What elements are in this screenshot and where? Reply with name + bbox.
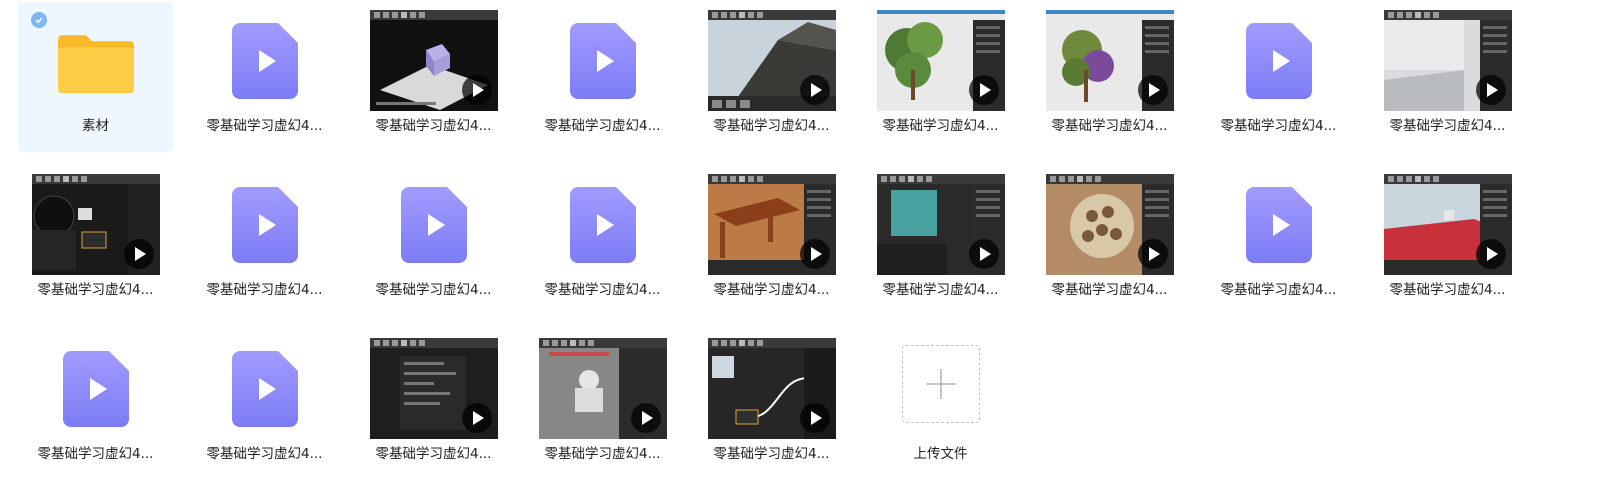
play-file-icon — [63, 350, 129, 427]
item-name: 零基础学习虚幻4... — [882, 118, 999, 134]
play-icon[interactable] — [1138, 239, 1168, 269]
file-thumbnail — [1215, 10, 1343, 111]
item-name: 零基础学习虚幻4... — [206, 446, 323, 462]
video-thumbnail — [708, 338, 836, 439]
file-thumbnail — [1215, 174, 1343, 275]
video-item[interactable]: 零基础学习虚幻4... — [863, 166, 1018, 316]
item-name: 零基础学习虚幻4... — [713, 446, 830, 462]
play-icon[interactable] — [1476, 239, 1506, 269]
file-thumbnail — [201, 174, 329, 275]
video-file-item[interactable]: 零基础学习虚幻4... — [1201, 166, 1356, 316]
item-name: 零基础学习虚幻4... — [37, 446, 154, 462]
video-file-item[interactable]: 零基础学习虚幻4... — [187, 2, 342, 152]
play-icon[interactable] — [631, 403, 661, 433]
play-icon[interactable] — [1476, 75, 1506, 105]
play-icon[interactable] — [969, 75, 999, 105]
item-name: 零基础学习虚幻4... — [375, 282, 492, 298]
item-name: 零基础学习虚幻4... — [544, 118, 661, 134]
play-icon[interactable] — [800, 75, 830, 105]
video-item[interactable]: 零基础学习虚幻4... — [356, 330, 511, 480]
play-icon[interactable] — [800, 239, 830, 269]
plus-icon — [926, 369, 956, 399]
upload-file-item[interactable]: 上传文件 — [863, 330, 1018, 480]
video-item[interactable]: 零基础学习虚幻4... — [694, 330, 849, 480]
video-file-item[interactable]: 零基础学习虚幻4... — [18, 330, 173, 480]
item-name: 零基础学习虚幻4... — [206, 118, 323, 134]
video-item[interactable]: 零基础学习虚幻4... — [1370, 166, 1525, 316]
video-file-item[interactable]: 零基础学习虚幻4... — [525, 166, 680, 316]
file-thumbnail — [539, 10, 667, 111]
play-file-icon — [232, 186, 298, 263]
video-item[interactable]: 零基础学习虚幻4... — [1370, 2, 1525, 152]
play-icon[interactable] — [969, 239, 999, 269]
folder-item[interactable]: 素材 — [18, 2, 173, 152]
item-name: 零基础学习虚幻4... — [882, 282, 999, 298]
video-item[interactable]: 零基础学习虚幻4... — [694, 166, 849, 316]
item-name: 零基础学习虚幻4... — [544, 282, 661, 298]
item-name: 零基础学习虚幻4... — [375, 446, 492, 462]
video-item[interactable]: 零基础学习虚幻4... — [694, 2, 849, 152]
item-name: 零基础学习虚幻4... — [1389, 282, 1506, 298]
video-thumbnail — [370, 338, 498, 439]
video-thumbnail — [1384, 174, 1512, 275]
item-name: 零基础学习虚幻4... — [375, 118, 492, 134]
play-icon[interactable] — [124, 239, 154, 269]
item-name: 素材 — [82, 118, 109, 134]
play-file-icon — [570, 22, 636, 99]
video-file-item[interactable]: 零基础学习虚幻4... — [356, 166, 511, 316]
item-name: 零基础学习虚幻4... — [544, 446, 661, 462]
item-name: 零基础学习虚幻4... — [1220, 118, 1337, 134]
video-item[interactable]: 零基础学习虚幻4... — [18, 166, 173, 316]
play-file-icon — [401, 186, 467, 263]
play-icon[interactable] — [462, 403, 492, 433]
video-file-item[interactable]: 零基础学习虚幻4... — [1201, 2, 1356, 152]
item-name: 零基础学习虚幻4... — [1051, 282, 1168, 298]
video-thumbnail — [539, 338, 667, 439]
video-thumbnail — [1046, 10, 1174, 111]
play-icon[interactable] — [462, 75, 492, 105]
video-thumbnail — [1384, 10, 1512, 111]
upload-label: 上传文件 — [913, 446, 968, 462]
play-icon[interactable] — [1138, 75, 1168, 105]
file-thumbnail — [201, 10, 329, 111]
folder-thumbnail — [32, 10, 160, 111]
item-name: 零基础学习虚幻4... — [1389, 118, 1506, 134]
item-name: 零基础学习虚幻4... — [1051, 118, 1168, 134]
video-file-item[interactable]: 零基础学习虚幻4... — [525, 2, 680, 152]
folder-icon — [58, 31, 134, 93]
video-item[interactable]: 零基础学习虚幻4... — [1032, 2, 1187, 152]
video-item[interactable]: 零基础学习虚幻4... — [525, 330, 680, 480]
play-file-icon — [232, 350, 298, 427]
play-file-icon — [232, 22, 298, 99]
video-thumbnail — [1046, 174, 1174, 275]
file-thumbnail — [539, 174, 667, 275]
item-name: 零基础学习虚幻4... — [713, 282, 830, 298]
file-grid: 素材 零基础学习虚幻4... 零基础学习虚幻4... 零基础学习虚幻4... 零基础学习… — [0, 0, 1600, 490]
item-name: 零基础学习虚幻4... — [713, 118, 830, 134]
video-thumbnail — [32, 174, 160, 275]
video-file-item[interactable]: 零基础学习虚幻4... — [187, 166, 342, 316]
item-name: 零基础学习虚幻4... — [37, 282, 154, 298]
play-icon[interactable] — [800, 403, 830, 433]
video-thumbnail — [877, 174, 1005, 275]
video-thumbnail — [877, 10, 1005, 111]
play-file-icon — [1246, 186, 1312, 263]
file-thumbnail — [201, 338, 329, 439]
video-thumbnail — [708, 10, 836, 111]
item-name: 零基础学习虚幻4... — [206, 282, 323, 298]
item-name: 零基础学习虚幻4... — [1220, 282, 1337, 298]
video-item[interactable]: 零基础学习虚幻4... — [863, 2, 1018, 152]
play-file-icon — [1246, 22, 1312, 99]
video-item[interactable]: 零基础学习虚幻4... — [1032, 166, 1187, 316]
video-item[interactable]: 零基础学习虚幻4... — [356, 2, 511, 152]
video-file-item[interactable]: 零基础学习虚幻4... — [187, 330, 342, 480]
play-file-icon — [570, 186, 636, 263]
upload-button[interactable] — [902, 345, 980, 423]
video-thumbnail — [708, 174, 836, 275]
file-thumbnail — [370, 174, 498, 275]
file-thumbnail — [32, 338, 160, 439]
video-thumbnail — [370, 10, 498, 111]
